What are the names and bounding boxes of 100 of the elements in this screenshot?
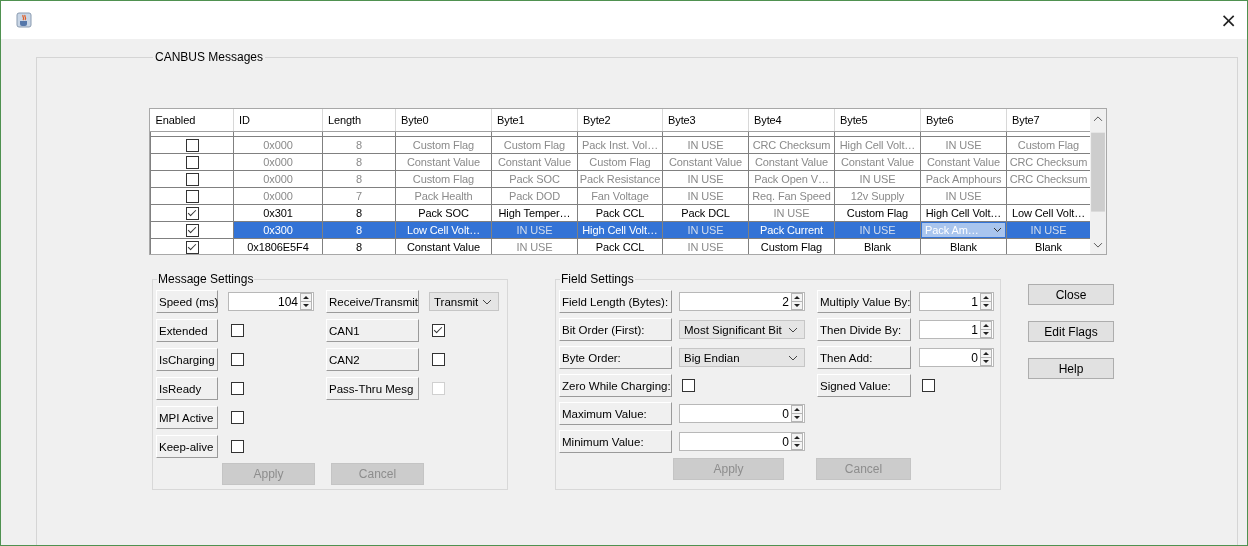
column-header[interactable]: Byte0 — [395, 109, 492, 132]
setting-button[interactable]: MPI Active — [156, 406, 218, 429]
caret-icon — [788, 326, 798, 333]
column-header[interactable]: Byte6 — [920, 109, 1007, 132]
checkbox[interactable] — [185, 138, 199, 152]
checkbox[interactable] — [185, 189, 199, 203]
setting-button[interactable]: CAN1 — [326, 319, 419, 342]
table-cell: IN USE — [748, 204, 835, 222]
setting-button[interactable]: Then Divide By: — [817, 318, 911, 341]
checkbox[interactable] — [922, 379, 935, 392]
column-header[interactable]: Byte1 — [491, 109, 578, 132]
table-cell: Pack DCL — [662, 204, 749, 222]
spinner-arrows-icon — [980, 321, 992, 338]
checkbox[interactable] — [231, 324, 244, 337]
table-cell: IN USE — [662, 170, 749, 188]
table-cell: High Cell Volt… — [920, 204, 1007, 222]
table-cell: Pack DOD — [491, 187, 578, 205]
dialog-button[interactable]: Close — [1028, 284, 1114, 305]
checkbox[interactable] — [682, 379, 695, 392]
table-cell: 0x000 — [233, 170, 323, 188]
setting-button[interactable]: Field Length (Bytes): — [559, 290, 672, 313]
table-cell: High Temper… — [491, 204, 578, 222]
setting-button[interactable]: Extended — [156, 319, 218, 342]
table-cell: 8 — [322, 170, 396, 188]
table-cell: 8 — [322, 136, 396, 154]
column-header[interactable]: Byte7 — [1006, 109, 1090, 132]
table-cell: Custom Flag — [395, 170, 492, 188]
table-cell: IN USE — [662, 187, 749, 205]
table-cell: 8 — [322, 204, 396, 222]
column-header[interactable]: Byte3 — [662, 109, 749, 132]
checkbox[interactable] — [231, 440, 244, 453]
setting-button[interactable]: Then Add: — [817, 346, 911, 369]
column-header[interactable]: Byte5 — [834, 109, 921, 132]
setting-button[interactable]: Multiply Value By: — [817, 290, 911, 313]
dialog-button[interactable]: Edit Flags — [1028, 321, 1114, 342]
setting-button[interactable]: IsReady — [156, 377, 218, 400]
table-cell: IN USE — [920, 136, 1007, 154]
close-button[interactable]: × — [1214, 9, 1243, 31]
dropdown[interactable]: Most Significant Bit — [679, 320, 805, 339]
column-header[interactable]: ID — [233, 109, 323, 132]
table-cell: Pack CCL — [577, 204, 663, 222]
table-cell: 0x000 — [233, 187, 323, 205]
table-cell: 0x301 — [233, 204, 323, 222]
caret-icon — [993, 227, 1002, 233]
number-field[interactable]: 1 — [919, 292, 994, 311]
group-title: Message Settings — [157, 272, 255, 286]
table-cell: IN USE — [662, 136, 749, 154]
number-field[interactable]: 0 — [919, 348, 994, 367]
table-cell: Pack SOC — [491, 170, 578, 188]
checkbox[interactable] — [185, 206, 199, 220]
checkbox[interactable] — [185, 155, 199, 169]
setting-button[interactable]: Speed (ms) — [156, 290, 218, 313]
setting-button[interactable]: Keep-alive — [156, 435, 218, 458]
caret-icon — [788, 354, 798, 361]
setting-button[interactable]: IsCharging — [156, 348, 218, 371]
table-cell: Constant Value — [491, 153, 578, 171]
setting-button[interactable]: Receive/Transmit — [326, 290, 419, 313]
setting-button[interactable]: Byte Order: — [559, 346, 672, 369]
column-header[interactable]: Byte2 — [577, 109, 663, 132]
table-cell: Constant Value — [920, 153, 1007, 171]
dropdown[interactable]: Big Endian — [679, 348, 805, 367]
setting-button[interactable]: CAN2 — [326, 348, 419, 371]
table-cell: 12v Supply — [834, 187, 921, 205]
table-cell: Pack Open V… — [748, 170, 835, 188]
checkbox[interactable] — [432, 353, 445, 366]
number-field[interactable]: 0 — [679, 432, 805, 451]
checkbox[interactable] — [231, 411, 244, 424]
table-cell: Pack SOC — [395, 204, 492, 222]
dropdown[interactable]: Transmit — [429, 292, 499, 311]
number-field[interactable]: 1 — [919, 320, 994, 339]
group-title: Field Settings — [560, 272, 635, 286]
setting-button[interactable]: Bit Order (First): — [559, 318, 672, 341]
table-cell: Constant Value — [662, 153, 749, 171]
table-cell: Pack Inst. Vol… — [577, 136, 663, 154]
cup-icon — [16, 12, 32, 28]
setting-button[interactable]: Minimum Value: — [559, 430, 672, 453]
number-field[interactable]: 0 — [679, 404, 805, 423]
table-cell: Req. Fan Speed — [748, 187, 835, 205]
checkbox[interactable] — [185, 172, 199, 186]
checkbox[interactable] — [231, 382, 244, 395]
column-header[interactable]: Byte4 — [748, 109, 835, 132]
number-field[interactable]: 104 — [228, 292, 314, 311]
spinner-arrows-icon — [791, 433, 803, 450]
setting-button[interactable]: Zero While Charging: — [559, 374, 672, 397]
setting-button[interactable]: Signed Value: — [817, 374, 911, 397]
table-cell: 0x000 — [233, 136, 323, 154]
column-header[interactable]: Length — [322, 109, 396, 132]
spinner-arrows-icon — [791, 293, 803, 310]
setting-button[interactable]: Maximum Value: — [559, 402, 672, 425]
table-cell: 0x000 — [233, 153, 323, 171]
table-cell: IN USE — [834, 170, 921, 188]
column-header[interactable]: Enabled — [150, 109, 234, 132]
table-cell: CRC Checksum — [748, 136, 835, 154]
checkbox[interactable] — [185, 223, 199, 237]
checkbox[interactable] — [185, 240, 199, 254]
checkbox[interactable] — [432, 324, 445, 337]
table-cell: High Cell Volt… — [834, 136, 921, 154]
number-field[interactable]: 2 — [679, 292, 805, 311]
dialog-button[interactable]: Help — [1028, 358, 1114, 379]
checkbox[interactable] — [231, 353, 244, 366]
